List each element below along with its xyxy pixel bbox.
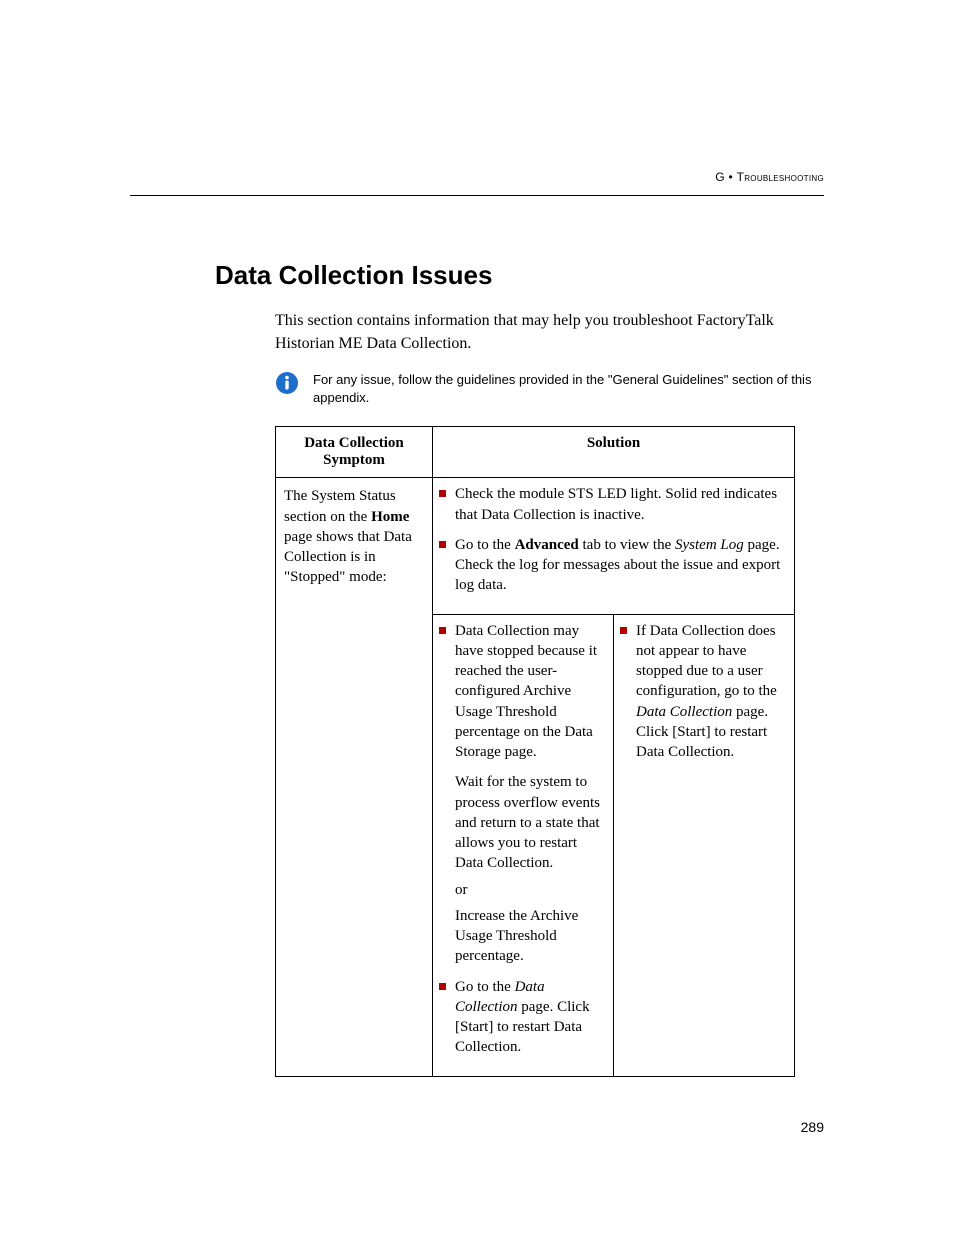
solution-bottom-cell: Data Collection may have stopped because… [433,614,795,1076]
solution-bullet: Go to the Advanced tab to view the Syste… [439,535,788,596]
solution-bullet: Go to the Data Collection page. Click [S… [439,977,607,1058]
solution-text: Go to the [455,979,515,995]
symptom-text-2: page shows that Data Collection is in "S… [284,529,412,586]
header-prefix: G • [715,170,736,184]
running-header: G • Troubleshooting [715,170,824,184]
solution-text: Go to the [455,537,515,553]
section-intro: This section contains information that m… [275,309,824,355]
header-title: Troubleshooting [737,170,824,184]
symptom-text-bold: Home [371,509,409,525]
solution-bullet: Data Collection may have stopped because… [439,621,607,967]
solution-text: tab to view the [579,537,675,553]
header-rule [130,195,824,196]
solution-text: If Data Collection does not appear to ha… [636,623,777,700]
solution-text-bold: Advanced [515,537,579,553]
info-icon [275,371,299,395]
solution-left-column: Data Collection may have stopped because… [433,615,613,1076]
solution-subtext: or [455,880,607,900]
troubleshooting-table: Data Collection Symptom Solution The Sys… [275,426,795,1076]
table-header-symptom: Data Collection Symptom [276,427,433,478]
note-text: For any issue, follow the guidelines pro… [313,371,824,406]
solution-bullet: Check the module STS LED light. Solid re… [439,484,788,525]
document-page: G • Troubleshooting Data Collection Issu… [0,0,954,1235]
page-number: 289 [801,1119,824,1135]
solution-right-column: If Data Collection does not appear to ha… [613,615,794,1076]
solution-subtext: Increase the Archive Usage Threshold per… [455,906,607,967]
section-title: Data Collection Issues [215,260,824,291]
solution-text: Data Collection may have stopped because… [455,623,597,761]
solution-text-italic: System Log [675,537,744,553]
solution-top-cell: Check the module STS LED light. Solid re… [433,478,795,614]
note-block: For any issue, follow the guidelines pro… [275,371,824,406]
solution-text-italic: Data Collection [636,704,732,720]
symptom-cell: The System Status section on the Home pa… [276,478,433,1076]
solution-bullet: If Data Collection does not appear to ha… [620,621,788,763]
solution-subtext: Wait for the system to process overflow … [455,772,607,873]
table-header-solution: Solution [433,427,795,478]
